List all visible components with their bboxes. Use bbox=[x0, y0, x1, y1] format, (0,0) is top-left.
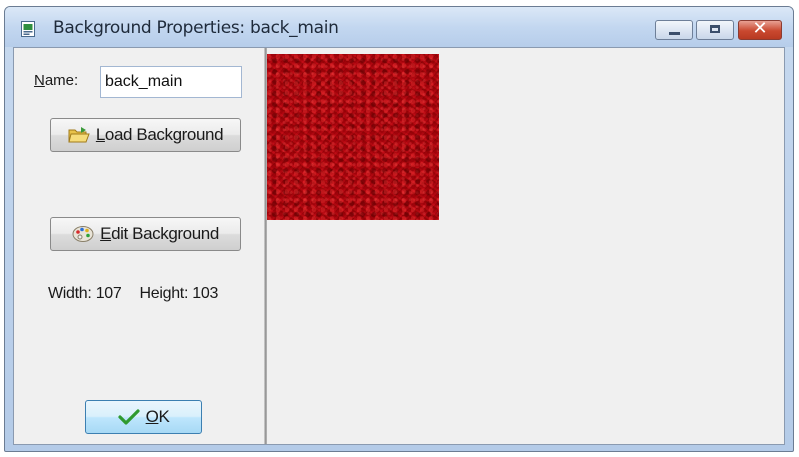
properties-window: Background Properties: back_main ✕ Name:… bbox=[4, 6, 794, 452]
minimize-button[interactable] bbox=[655, 20, 693, 40]
name-input[interactable] bbox=[100, 66, 242, 98]
dimensions-info: Width: 107 Height: 103 bbox=[48, 285, 218, 303]
close-icon: ✕ bbox=[752, 18, 768, 39]
edit-rest: dit Background bbox=[111, 224, 219, 243]
load-background-button[interactable]: Load Background bbox=[50, 118, 241, 152]
folder-open-icon bbox=[68, 127, 90, 143]
checkmark-icon bbox=[118, 409, 140, 425]
close-button[interactable]: ✕ bbox=[738, 18, 782, 40]
width-text: Width: 107 bbox=[48, 285, 122, 302]
load-accel: L bbox=[95, 125, 105, 144]
minimize-icon bbox=[669, 32, 680, 35]
edit-accel: E bbox=[100, 224, 112, 243]
properties-panel: Name: Load Background bbox=[14, 48, 264, 444]
preview-area bbox=[267, 48, 784, 444]
palette-icon bbox=[72, 226, 94, 242]
ok-rest: K bbox=[158, 407, 170, 426]
edit-background-button[interactable]: Edit Background bbox=[50, 217, 241, 251]
window-title: Background Properties: back_main bbox=[53, 18, 339, 38]
ok-accel: O bbox=[145, 407, 159, 426]
ok-label: OK bbox=[146, 407, 170, 427]
background-doc-icon bbox=[21, 21, 35, 37]
load-background-label: Load Background bbox=[95, 125, 224, 145]
ok-button[interactable]: OK bbox=[85, 400, 202, 434]
height-text: Height: 103 bbox=[139, 285, 219, 302]
name-label-accel: N bbox=[34, 72, 45, 89]
maximize-icon bbox=[710, 25, 720, 33]
load-rest: oad Background bbox=[104, 125, 224, 144]
name-label-text: ame: bbox=[44, 72, 79, 89]
title-bar[interactable]: Background Properties: back_main ✕ bbox=[5, 7, 793, 47]
name-label: Name: bbox=[34, 72, 78, 89]
background-image-preview bbox=[267, 54, 439, 220]
client-area: Name: Load Background bbox=[13, 47, 785, 445]
maximize-button[interactable] bbox=[696, 20, 734, 40]
edit-background-label: Edit Background bbox=[100, 224, 219, 244]
